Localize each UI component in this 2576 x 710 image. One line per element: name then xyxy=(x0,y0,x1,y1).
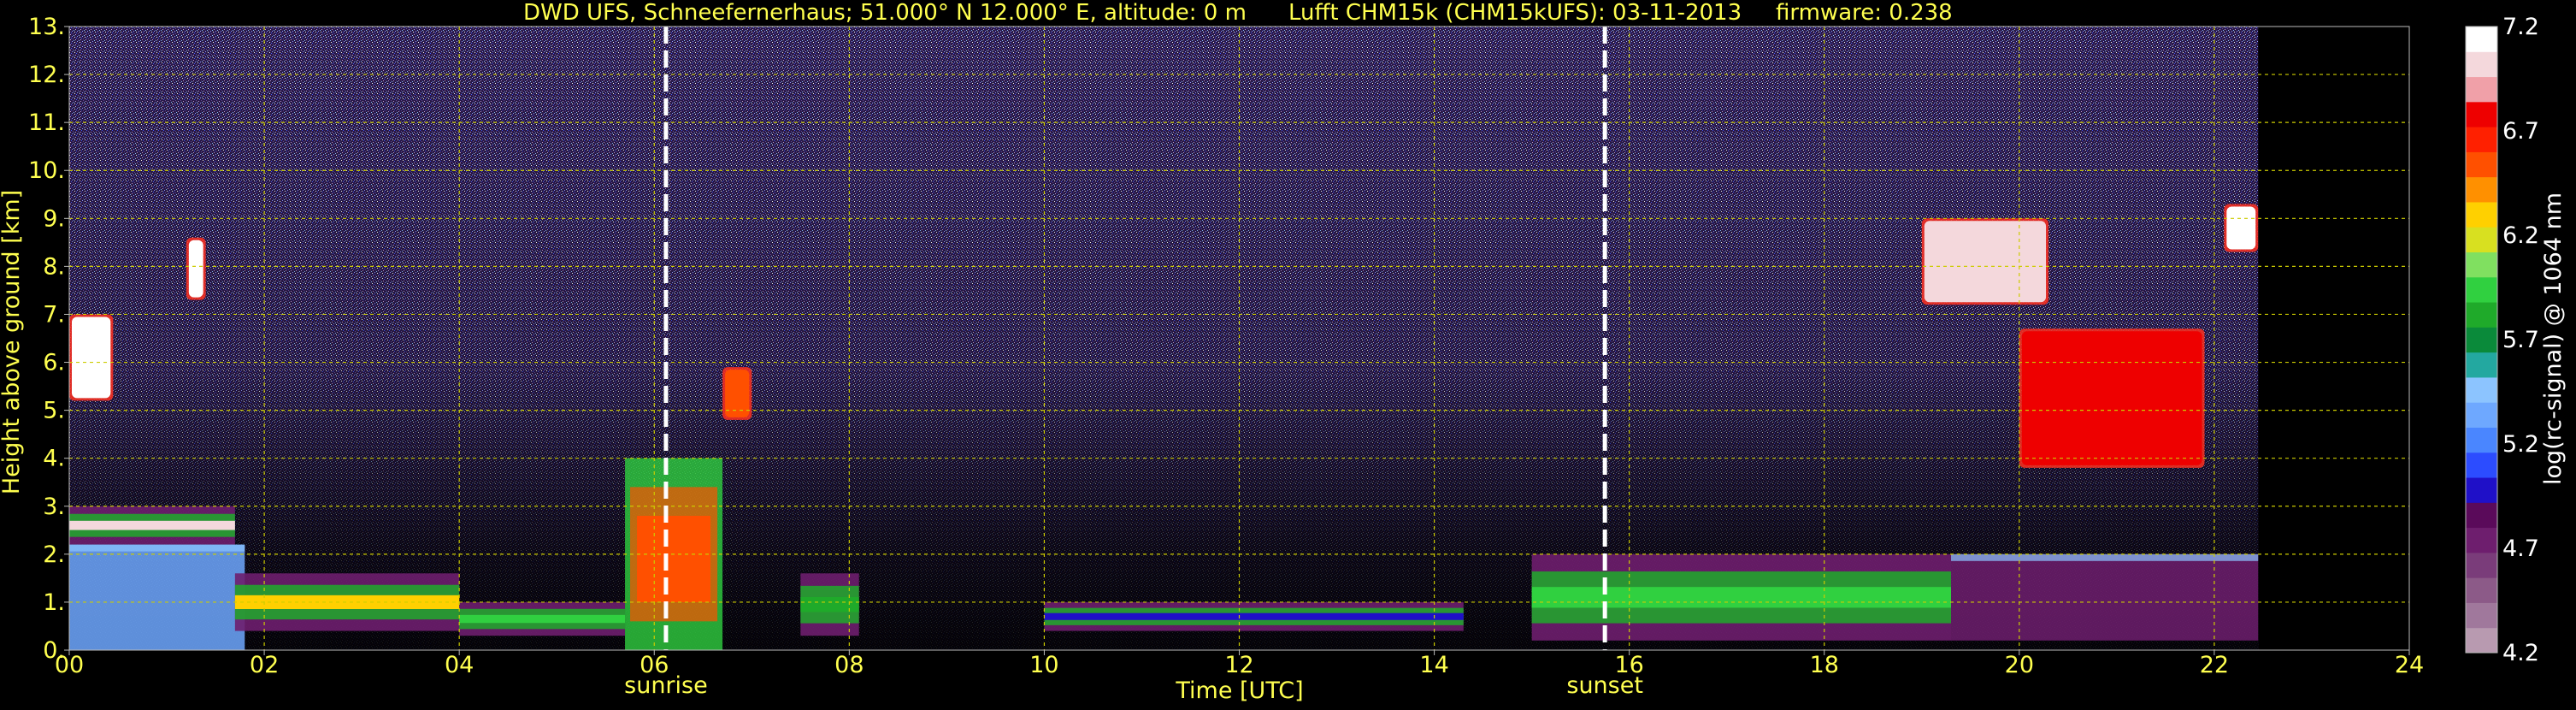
heatmap-feature-boundary xyxy=(69,544,245,650)
y-tick-label: 2. xyxy=(43,541,65,568)
colorbar-tick-label: 5.7 xyxy=(2502,327,2539,353)
y-tick-label: 12. xyxy=(28,62,65,88)
heatmap-layer xyxy=(69,27,2259,650)
colorbar-segment xyxy=(2466,27,2497,52)
heatmap-feature-cloud xyxy=(69,314,114,401)
colorbar-segment xyxy=(2466,376,2497,403)
y-tick-label: 5. xyxy=(43,398,65,424)
colorbar xyxy=(2465,26,2498,654)
colorbar-segment xyxy=(2466,452,2497,478)
heatmap-feature-boundary xyxy=(1951,553,2259,641)
heatmap-feature-layer xyxy=(1044,601,1464,631)
y-tick-label: 11. xyxy=(28,109,65,136)
colorbar-segment xyxy=(2466,201,2497,228)
colorbar-label: log(rc-signal) @ 1064 nm xyxy=(2540,192,2567,485)
colorbar-segment xyxy=(2466,527,2497,553)
x-tick-label: 12 xyxy=(1224,652,1253,678)
heatmap-feature-cloud xyxy=(2224,204,2259,252)
title-site: DWD UFS, Schneefernerhaus; 51.000° N 12.… xyxy=(523,0,1247,26)
colorbar-tick-labels: 4.2 4.7 5.2 5.7 6.2 6.7 7.2 xyxy=(2502,14,2539,666)
colorbar-segment xyxy=(2466,227,2497,253)
chart-svg: DWD UFS, Schneefernerhaus; 51.000° N 12.… xyxy=(0,0,2567,704)
y-tick-label: 7. xyxy=(43,301,65,328)
y-tick-label: 1. xyxy=(43,589,65,616)
colorbar-segment xyxy=(2466,51,2497,78)
colorbar-segment xyxy=(2466,502,2497,529)
colorbar-tick-label: 6.2 xyxy=(2502,222,2539,249)
x-tick-label: 18 xyxy=(1810,652,1839,678)
title-instrument: Lufft CHM15k (CHM15kUFS): 03-11-2013 xyxy=(1288,0,1742,26)
colorbar-segment xyxy=(2466,402,2497,428)
heatmap-feature-cloud xyxy=(186,237,206,300)
colorbar-tick-label: 6.7 xyxy=(2502,118,2539,145)
colorbar-segment xyxy=(2466,176,2497,203)
heatmap-feature-layer xyxy=(459,601,626,636)
x-tick-label: 22 xyxy=(2200,652,2229,678)
colorbar-segment xyxy=(2466,302,2497,328)
y-tick-labels: 0. 1. 2. 3. 4. 5. 6. 7. 8. 9. 10. 11. 12. 13. xyxy=(28,14,69,664)
colorbar-segment xyxy=(2466,276,2497,303)
y-tick-label: 0. xyxy=(43,637,65,664)
y-tick-label: 3. xyxy=(43,494,65,520)
heatmap-feature-layer xyxy=(69,506,235,545)
colorbar-segment xyxy=(2466,127,2497,152)
x-tick-label: 24 xyxy=(2395,652,2424,678)
y-tick-label: 13. xyxy=(28,14,65,40)
x-tick-label: 20 xyxy=(2005,652,2034,678)
colorbar-tick-label: 4.7 xyxy=(2502,535,2539,562)
heatmap-feature-cloud xyxy=(722,367,752,420)
x-tick-label: 02 xyxy=(250,652,279,678)
colorbar-segment xyxy=(2466,602,2497,629)
colorbar-segment xyxy=(2466,352,2497,378)
colorbar-segment xyxy=(2466,251,2497,278)
colorbar-tick-label: 7.2 xyxy=(2502,14,2539,40)
heatmap-feature-cloud xyxy=(2019,328,2205,468)
y-tick-label: 9. xyxy=(43,205,65,232)
y-tick-label: 8. xyxy=(43,253,65,280)
colorbar-segment xyxy=(2466,477,2497,503)
colorbar-segment xyxy=(2466,627,2497,654)
x-tick-label: 16 xyxy=(1614,652,1643,678)
y-tick-label: 6. xyxy=(43,350,65,376)
colorbar-segment xyxy=(2466,427,2497,453)
ceilometer-chart: DWD UFS, Schneefernerhaus; 51.000° N 12.… xyxy=(0,0,2576,707)
x-tick-label: 08 xyxy=(834,652,864,678)
colorbar-segment xyxy=(2466,101,2497,127)
x-tick-label: 06 xyxy=(640,652,669,678)
colorbar-tick-label: 4.2 xyxy=(2502,640,2539,666)
y-tick-label: 4. xyxy=(43,446,65,472)
heatmap-feature-layer xyxy=(800,573,859,636)
colorbar-segment xyxy=(2466,327,2497,353)
heatmap-feature-layer xyxy=(1531,553,1952,641)
y-tick-label: 10. xyxy=(28,157,65,184)
colorbar-segment xyxy=(2466,151,2497,178)
heatmap-feature-cloud xyxy=(1921,218,2049,305)
title-firmware: firmware: 0.238 xyxy=(1776,0,1953,26)
x-tick-label: 10 xyxy=(1029,652,1058,678)
x-axis-label: Time [UTC] xyxy=(1175,677,1303,704)
colorbar-segment xyxy=(2466,76,2497,103)
x-tick-label: 04 xyxy=(445,652,474,678)
colorbar-tick-label: 5.2 xyxy=(2502,431,2539,458)
colorbar-segment xyxy=(2466,552,2497,578)
colorbar-segment xyxy=(2466,577,2497,603)
y-axis-label: Height above ground [km] xyxy=(0,190,25,494)
x-tick-label: 14 xyxy=(1419,652,1448,678)
